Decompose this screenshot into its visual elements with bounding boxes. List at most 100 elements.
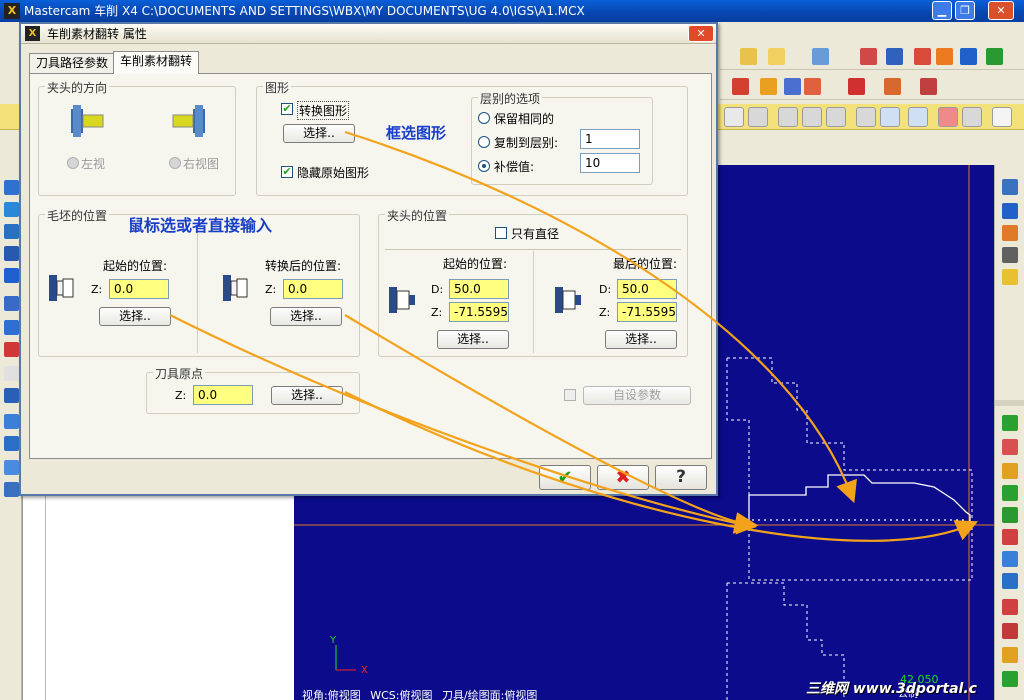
sphere-icon[interactable] — [1002, 573, 1018, 589]
right-tool-icon-13[interactable] — [1002, 599, 1018, 615]
left-view-radio[interactable] — [67, 157, 79, 169]
hex-icon[interactable] — [778, 107, 798, 127]
gear-color-icon[interactable] — [936, 48, 953, 65]
right-toolbar — [994, 165, 1024, 700]
left-tool-icon-5[interactable] — [4, 268, 19, 283]
tool-origin-select-button[interactable]: 选择.. — [271, 386, 343, 405]
custom-params-checkbox[interactable] — [564, 389, 576, 401]
chuck-end-icon — [555, 287, 581, 313]
tab-stock-flip[interactable]: 车削素材翻转 — [113, 51, 200, 74]
butterfly-icon[interactable] — [804, 78, 821, 95]
help-button[interactable]: ? — [655, 465, 707, 490]
chuck-end-select-button[interactable]: 选择.. — [605, 330, 677, 349]
stock-after-select-button[interactable]: 选择.. — [270, 307, 342, 326]
left-tool-icon-7[interactable] — [4, 320, 19, 335]
dialog-close-button[interactable]: ✕ — [688, 25, 714, 42]
left-tool-icon-3[interactable] — [4, 224, 19, 239]
left-tool-icon-2[interactable] — [4, 202, 19, 217]
tool-icon[interactable] — [920, 78, 937, 95]
chuck-start-select-button[interactable]: 选择.. — [437, 330, 509, 349]
edit-icon[interactable] — [1002, 269, 1018, 285]
tool-origin-z-input[interactable]: 0.0 — [193, 385, 253, 405]
left-tool-icon-4[interactable] — [4, 246, 19, 261]
operations-tree-area[interactable] — [45, 493, 295, 700]
right-chuck-icon — [172, 105, 205, 137]
pin-icon[interactable] — [784, 78, 801, 95]
chuck-start-d-input[interactable]: 50.0 — [449, 279, 509, 299]
left-tool-icon-12[interactable] — [4, 436, 19, 451]
filter-icon[interactable] — [908, 107, 928, 127]
diameter-only-checkbox[interactable] — [495, 227, 507, 239]
hex-icon-3[interactable] — [826, 107, 846, 127]
geometry-select-button[interactable]: 选择.. — [283, 124, 355, 143]
offset-value-radio[interactable] — [478, 160, 490, 172]
right-tool-icon-1[interactable] — [1002, 179, 1018, 195]
bar-chart-icon[interactable] — [914, 48, 931, 65]
chuck-end-z-input[interactable]: -71.55950 — [617, 302, 677, 322]
stock-start-z-input[interactable]: 0.0 — [109, 279, 169, 299]
ruler-icon[interactable] — [732, 78, 749, 95]
wave-icon[interactable] — [880, 107, 900, 127]
stock-start-label: 起始的位置: — [103, 259, 168, 273]
no-entry-icon[interactable] — [938, 107, 958, 127]
shape-icon[interactable] — [760, 78, 777, 95]
copy-to-level-input[interactable]: 1 — [580, 129, 640, 149]
sigma-icon[interactable] — [960, 48, 977, 65]
stock-flip-dialog: X 车削素材翻转 属性 ✕ 刀具路径参数 车削素材翻转 夹头的方向 左视 右视图… — [19, 22, 718, 496]
right-tool-icon-7[interactable] — [1002, 439, 1018, 455]
rectangle-icon[interactable] — [1002, 529, 1018, 545]
left-tool-icon-6[interactable] — [4, 296, 19, 311]
hide-original-checkbox[interactable]: ✔ — [281, 166, 293, 178]
left-tool-icon-9[interactable] — [4, 366, 19, 381]
highlighter-icon[interactable] — [768, 48, 785, 65]
left-tool-icon-8[interactable] — [4, 342, 19, 357]
ok-button[interactable]: ✔ — [539, 465, 591, 490]
keep-same-level-radio[interactable] — [478, 112, 490, 124]
stock-after-z-input[interactable]: 0.0 — [283, 279, 343, 299]
right-tool-icon-14[interactable] — [1002, 623, 1018, 639]
cube-flip-icon[interactable] — [848, 78, 865, 95]
copy-to-level-radio[interactable] — [478, 136, 490, 148]
select-box-icon[interactable] — [748, 107, 768, 127]
cursor-icon[interactable] — [724, 107, 744, 127]
convert-geometry-checkbox[interactable]: ✔ — [281, 103, 293, 115]
right-tool-icon-16[interactable] — [1002, 671, 1018, 687]
help-query-icon[interactable] — [860, 48, 877, 65]
left-tool-icon-13[interactable] — [4, 460, 19, 475]
chuck-start-z-input[interactable]: -71.55950 — [449, 302, 509, 322]
right-tool-icon-8[interactable] — [1002, 463, 1018, 479]
close-window-icon[interactable]: ✕ — [988, 1, 1014, 20]
right-view-radio[interactable] — [169, 157, 181, 169]
help-icon[interactable] — [992, 107, 1012, 127]
dialog-title-bar[interactable]: X 车削素材翻转 属性 ✕ — [21, 24, 716, 44]
left-tool-icon-1[interactable] — [4, 180, 19, 195]
maximize-icon[interactable]: ❐ — [955, 1, 975, 20]
shade-icon[interactable] — [884, 78, 901, 95]
right-tool-icon-15[interactable] — [1002, 647, 1018, 663]
move-icon[interactable] — [1002, 203, 1018, 219]
pencil-icon[interactable] — [740, 48, 757, 65]
offset-value-input[interactable]: 10 — [580, 153, 640, 173]
minimize-icon[interactable]: ▁ — [932, 1, 952, 20]
solid-icon[interactable] — [1002, 551, 1018, 567]
brush-icon[interactable] — [812, 48, 829, 65]
curve-icon[interactable] — [1002, 507, 1018, 523]
chuck-end-d-input[interactable]: 50.0 — [617, 279, 677, 299]
save-icon[interactable] — [1002, 247, 1018, 263]
axis-y-label: Y — [330, 635, 337, 646]
cube-icon[interactable] — [856, 107, 876, 127]
tab-toolpath-parameters[interactable]: 刀具路径参数 — [29, 53, 116, 73]
left-tool-icon-11[interactable] — [4, 414, 19, 429]
green-grid-icon[interactable] — [986, 48, 1003, 65]
right-tool-icon-3[interactable] — [1002, 225, 1018, 241]
cancel-button[interactable]: ✖ — [597, 465, 649, 490]
left-tool-icon-10[interactable] — [4, 388, 19, 403]
custom-params-button[interactable]: 自设参数 — [583, 386, 691, 405]
circle-icon[interactable] — [962, 107, 982, 127]
circle-tool-icon[interactable] — [1002, 485, 1018, 501]
stock-start-select-button[interactable]: 选择.. — [99, 307, 171, 326]
analyze-icon[interactable] — [886, 48, 903, 65]
plus-icon[interactable] — [1002, 415, 1018, 431]
left-tool-icon-14[interactable] — [4, 482, 19, 497]
hex-icon-2[interactable] — [802, 107, 822, 127]
